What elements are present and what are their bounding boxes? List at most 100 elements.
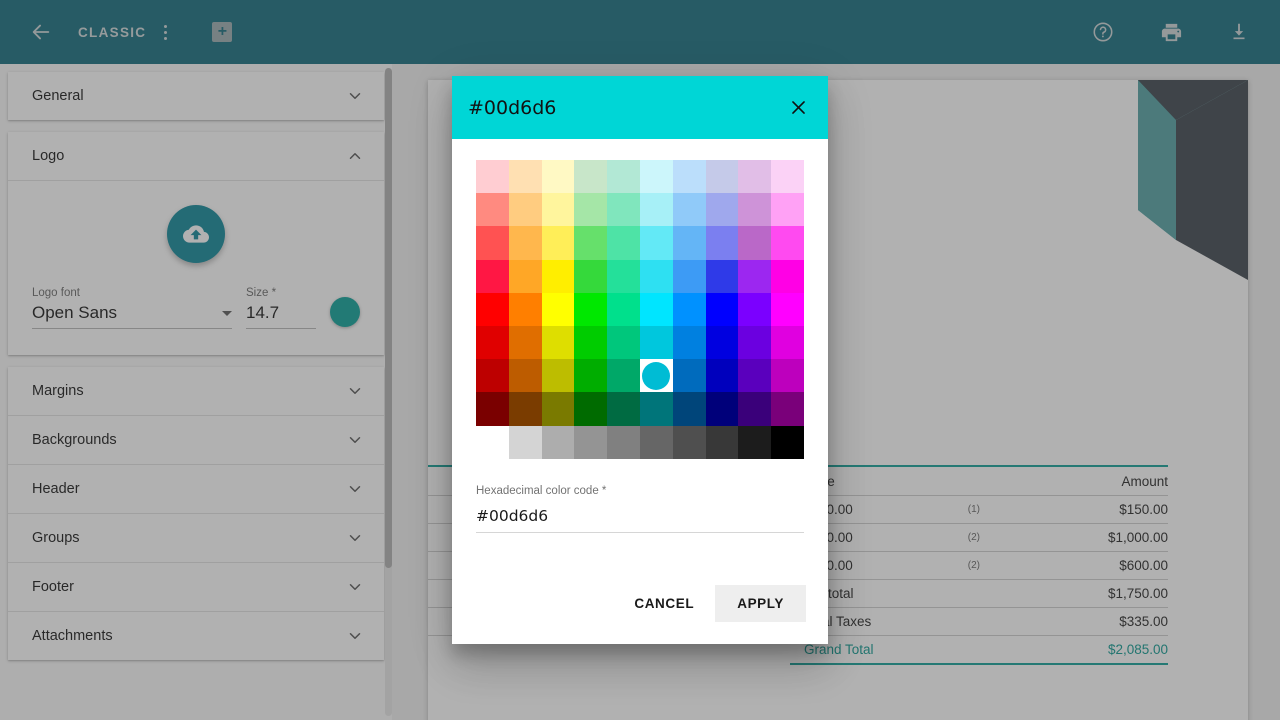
color-swatch[interactable] xyxy=(541,226,575,260)
color-swatch[interactable] xyxy=(541,193,575,227)
color-swatch[interactable] xyxy=(508,325,542,360)
color-swatch[interactable] xyxy=(640,259,673,293)
color-swatch[interactable] xyxy=(738,226,772,260)
close-icon[interactable] xyxy=(786,96,810,120)
color-swatch[interactable] xyxy=(607,160,640,194)
color-swatch[interactable] xyxy=(607,359,640,393)
color-swatch-grid[interactable] xyxy=(476,160,804,459)
color-swatch[interactable] xyxy=(640,359,673,393)
color-swatch[interactable] xyxy=(771,226,804,260)
color-swatch[interactable] xyxy=(574,392,608,426)
color-swatch-gray[interactable] xyxy=(541,425,575,459)
color-swatch[interactable] xyxy=(705,359,739,393)
color-swatch-gray[interactable] xyxy=(607,425,640,459)
color-swatch[interactable] xyxy=(476,292,509,326)
color-swatch[interactable] xyxy=(672,193,706,227)
color-swatch[interactable] xyxy=(771,292,804,326)
color-swatch[interactable] xyxy=(640,292,673,326)
color-swatch[interactable] xyxy=(508,226,542,260)
apply-button[interactable]: APPLY xyxy=(715,585,806,622)
color-swatch[interactable] xyxy=(476,392,509,426)
color-swatch[interactable] xyxy=(574,292,608,326)
color-swatch[interactable] xyxy=(771,325,804,360)
color-swatch[interactable] xyxy=(508,292,542,326)
color-swatch[interactable] xyxy=(672,359,706,393)
color-swatch[interactable] xyxy=(771,259,804,293)
color-swatch[interactable] xyxy=(672,392,706,426)
color-swatch[interactable] xyxy=(541,325,575,360)
color-swatch[interactable] xyxy=(705,392,739,426)
color-swatch[interactable] xyxy=(771,359,804,393)
color-swatch[interactable] xyxy=(476,359,509,393)
color-swatch[interactable] xyxy=(607,325,640,360)
color-swatch-gray[interactable] xyxy=(738,425,772,459)
color-swatch[interactable] xyxy=(541,292,575,326)
color-swatch[interactable] xyxy=(607,392,640,426)
selected-swatch-indicator xyxy=(642,361,671,390)
color-swatch-grid-wrap xyxy=(452,139,828,459)
color-swatch[interactable] xyxy=(771,160,804,194)
color-swatch[interactable] xyxy=(705,193,739,227)
color-swatch[interactable] xyxy=(607,226,640,260)
color-swatch[interactable] xyxy=(672,325,706,360)
color-swatch[interactable] xyxy=(738,193,772,227)
color-swatch-gray[interactable] xyxy=(508,425,542,459)
color-swatch[interactable] xyxy=(508,392,542,426)
color-swatch[interactable] xyxy=(508,259,542,293)
color-swatch[interactable] xyxy=(640,193,673,227)
color-swatch[interactable] xyxy=(640,325,673,360)
color-swatch[interactable] xyxy=(738,292,772,326)
color-swatch[interactable] xyxy=(574,160,608,194)
color-swatch[interactable] xyxy=(607,193,640,227)
color-swatch[interactable] xyxy=(476,226,509,260)
hex-field-group: Hexadecimal color code * xyxy=(452,459,828,533)
color-swatch[interactable] xyxy=(574,226,608,260)
color-swatch[interactable] xyxy=(508,359,542,393)
color-swatch[interactable] xyxy=(738,160,772,194)
color-swatch[interactable] xyxy=(672,292,706,326)
color-swatch[interactable] xyxy=(672,160,706,194)
color-swatch-gray[interactable] xyxy=(640,425,673,459)
dialog-title: #00d6d6 xyxy=(468,96,557,119)
color-swatch[interactable] xyxy=(541,259,575,293)
color-swatch-gray[interactable] xyxy=(705,425,739,459)
color-swatch[interactable] xyxy=(738,392,772,426)
color-swatch[interactable] xyxy=(705,325,739,360)
color-swatch[interactable] xyxy=(705,259,739,293)
color-swatch[interactable] xyxy=(607,292,640,326)
color-swatch[interactable] xyxy=(574,193,608,227)
color-swatch[interactable] xyxy=(738,359,772,393)
color-swatch-gray[interactable] xyxy=(771,425,804,459)
color-swatch[interactable] xyxy=(738,325,772,360)
color-swatch[interactable] xyxy=(476,259,509,293)
color-swatch[interactable] xyxy=(476,193,509,227)
color-swatch[interactable] xyxy=(476,325,509,360)
color-swatch[interactable] xyxy=(574,359,608,393)
color-swatch[interactable] xyxy=(705,160,739,194)
color-swatch[interactable] xyxy=(640,392,673,426)
color-swatch-gray[interactable] xyxy=(574,425,608,459)
color-swatch[interactable] xyxy=(640,226,673,260)
color-swatch[interactable] xyxy=(541,359,575,393)
dialog-actions: CANCEL APPLY xyxy=(452,585,828,644)
color-swatch[interactable] xyxy=(574,325,608,360)
color-swatch[interactable] xyxy=(672,259,706,293)
hex-color-input[interactable] xyxy=(476,506,804,533)
color-swatch[interactable] xyxy=(705,226,739,260)
color-swatch[interactable] xyxy=(672,226,706,260)
color-swatch[interactable] xyxy=(574,259,608,293)
color-swatch-gray[interactable] xyxy=(672,425,706,459)
color-swatch[interactable] xyxy=(508,193,542,227)
cancel-button[interactable]: CANCEL xyxy=(617,585,711,622)
color-swatch[interactable] xyxy=(541,392,575,426)
color-swatch[interactable] xyxy=(508,160,542,194)
color-swatch[interactable] xyxy=(771,193,804,227)
color-swatch[interactable] xyxy=(607,259,640,293)
color-swatch[interactable] xyxy=(476,160,509,194)
color-swatch[interactable] xyxy=(705,292,739,326)
color-swatch[interactable] xyxy=(771,392,804,426)
color-swatch[interactable] xyxy=(640,160,673,194)
color-swatch[interactable] xyxy=(541,160,575,194)
dialog-header: #00d6d6 xyxy=(452,76,828,139)
color-swatch[interactable] xyxy=(738,259,772,293)
